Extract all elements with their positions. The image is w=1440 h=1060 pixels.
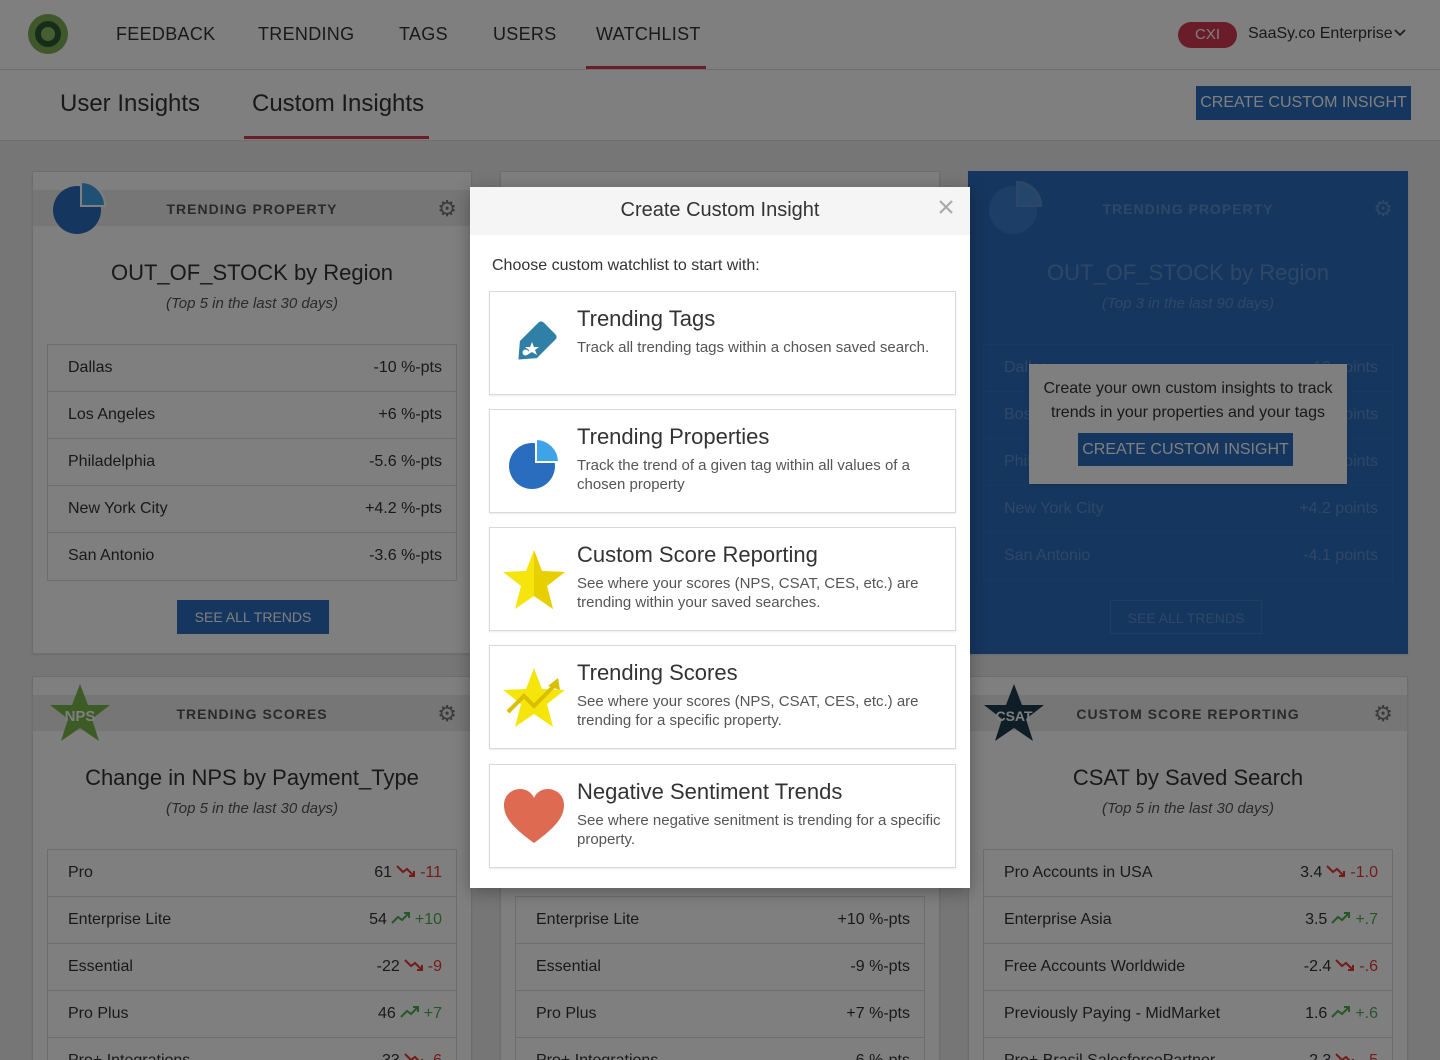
star-icon (503, 550, 565, 609)
option-trending-properties[interactable]: Trending Properties Track the trend of a… (489, 409, 956, 513)
tag-icon (518, 321, 557, 360)
trending-star-icon (503, 668, 565, 727)
option-description: Track all trending tags within a chosen … (577, 339, 930, 356)
close-icon[interactable] (936, 197, 956, 222)
option-title: Trending Properties (577, 424, 770, 449)
option-custom-score-reporting[interactable]: Custom Score Reporting See where your sc… (489, 527, 956, 631)
option-description: See where your scores (NPS, CSAT, CES, e… (577, 693, 919, 729)
option-title: Negative Sentiment Trends (577, 779, 843, 804)
option-title: Trending Tags (577, 306, 716, 331)
option-description: See where your scores (NPS, CSAT, CES, e… (577, 575, 919, 611)
option-trending-scores[interactable]: Trending Scores See where your scores (N… (489, 645, 956, 749)
modal-header: Create Custom Insight (470, 187, 970, 235)
pie-chart-icon (509, 437, 561, 489)
modal-title: Create Custom Insight (620, 199, 820, 221)
option-trending-tags[interactable]: Trending Tags Track all trending tags wi… (489, 291, 956, 395)
option-description: Track the trend of a given tag within al… (577, 457, 910, 493)
option-title: Custom Score Reporting (577, 542, 818, 567)
create-custom-insight-modal: Create Custom Insight Choose custom watc… (470, 187, 970, 888)
modal-prompt: Choose custom watchlist to start with: (492, 257, 760, 274)
heart-icon (504, 789, 564, 843)
option-description: See where negative senitment is trending… (577, 812, 941, 848)
option-negative-sentiment-trends[interactable]: Negative Sentiment Trends See where nega… (489, 764, 956, 868)
option-title: Trending Scores (577, 660, 738, 685)
